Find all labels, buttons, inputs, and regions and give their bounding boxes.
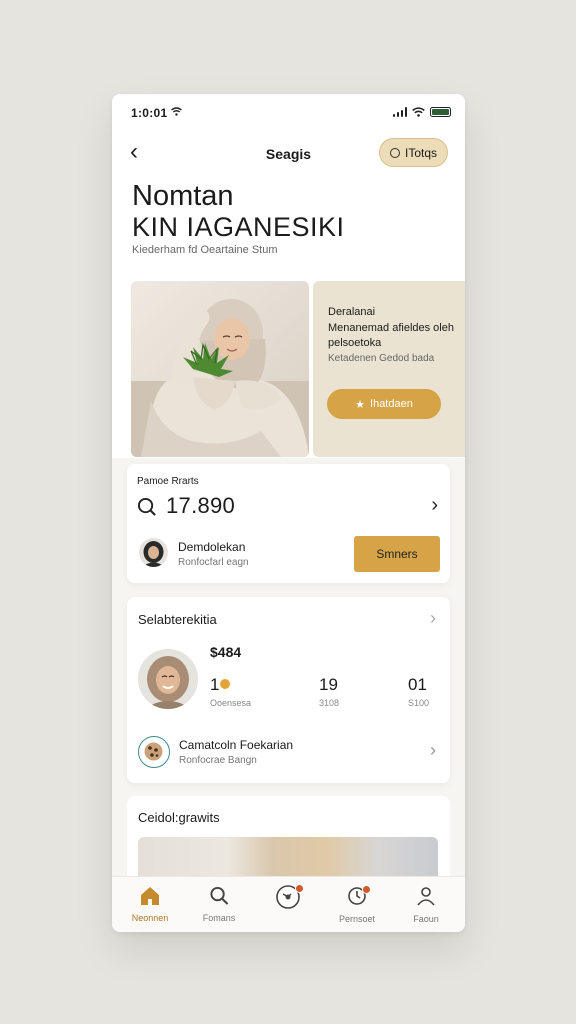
- profile-avatar: [138, 649, 198, 709]
- stat-1-value: 1: [210, 675, 220, 694]
- stat-2-value: 19: [319, 675, 338, 694]
- stat-3-label: S100: [408, 698, 430, 708]
- stat-2-label: 3108: [319, 698, 340, 708]
- wifi-small-icon: [171, 107, 182, 116]
- tab-search-label: Fomans: [202, 913, 236, 923]
- balance-value: 17.890: [166, 493, 236, 518]
- tab-search[interactable]: Fomans: [189, 886, 249, 923]
- hero-title-line1: Nomtan: [132, 180, 234, 212]
- header-action-button[interactable]: ITotqs: [378, 138, 448, 167]
- avatar: [139, 538, 168, 567]
- balance-row[interactable]: 17.890: [137, 493, 235, 519]
- tab-profile[interactable]: Faoun: [396, 886, 456, 924]
- stat-1-label: Ooensesa: [210, 698, 252, 708]
- profile-icon: [417, 887, 435, 906]
- stat-3-value: 01: [408, 675, 427, 694]
- activity-amount: $484: [210, 644, 242, 660]
- status-bar: 1:0:01: [112, 94, 465, 134]
- row-name[interactable]: Camatcoln Foekarian: [179, 738, 293, 752]
- row-subtitle: Ronfocrae Bangn: [179, 755, 257, 766]
- promo-line3: Ketadenen Gedod bada: [328, 353, 435, 364]
- promo-button[interactable]: ★ Ihatdaen: [327, 389, 441, 419]
- promo-line2: Menanemad afieldes oleh pelsoetoka: [328, 322, 454, 349]
- balance-label: Pamoe Rrarts: [137, 476, 199, 487]
- hero-title-line2: KIN IAGANESIKI: [132, 212, 345, 242]
- tab-history-label: Pernsoet: [338, 914, 376, 924]
- tab-home[interactable]: Neonnen: [120, 886, 180, 923]
- activity-card: Selabterekitia › $484 1 Ooensesa 19 3108…: [127, 597, 450, 783]
- chevron-right-icon[interactable]: ›: [430, 608, 436, 629]
- notification-badge: [295, 884, 304, 893]
- search-icon: [210, 886, 229, 905]
- row-name: Demdolekan: [178, 540, 246, 554]
- search-icon: [137, 497, 156, 516]
- wifi-icon: [412, 107, 425, 117]
- promo-card: Deralanai Menanemad afieldes oleh pelsoe…: [313, 281, 465, 457]
- status-time: 1:0:01: [131, 106, 168, 120]
- tab-history[interactable]: Pernsoet: [327, 885, 387, 924]
- primary-button[interactable]: Smners: [354, 536, 440, 572]
- header-action-label: ITotqs: [404, 145, 437, 160]
- tab-profile-label: Faoun: [413, 914, 439, 924]
- activity-title: Selabterekitia: [138, 612, 217, 627]
- promo-line1: Deralanai: [328, 306, 376, 318]
- stat-2: 19 3108: [319, 675, 339, 708]
- target-icon: [389, 147, 400, 158]
- promo-section: Deralanai Menanemad afieldes oleh pelsoe…: [112, 280, 465, 458]
- hero-subtitle: Kiederham fd Oeartaine Stum: [132, 244, 278, 256]
- row-subtitle: Ronfocfarl eagn: [178, 557, 249, 568]
- promo-button-label: Ihatdaen: [370, 398, 413, 410]
- stat-3: 01 S100: [408, 675, 429, 708]
- signal-icon: [392, 107, 407, 117]
- emoji-icon: [220, 679, 231, 689]
- status-icons: [392, 107, 451, 117]
- chevron-right-icon[interactable]: ›: [431, 494, 438, 517]
- battery-icon: [430, 107, 451, 117]
- notification-badge: [362, 885, 371, 894]
- gallery-title: Ceidol:grawits: [138, 810, 220, 825]
- chevron-right-icon[interactable]: ›: [430, 740, 436, 761]
- home-icon: [141, 887, 159, 905]
- woman-with-plant-image: [131, 281, 309, 457]
- tab-home-label: Neonnen: [131, 913, 169, 923]
- tab-bar: Neonnen Fomans Pernsoet Faoun: [112, 876, 465, 932]
- stat-1: 1 Ooensesa: [210, 675, 251, 708]
- promo-photo: [131, 281, 309, 457]
- star-icon: ★: [355, 398, 366, 411]
- tab-explore[interactable]: [258, 884, 318, 918]
- top-nav: ‹ Seagis ITotqs: [112, 134, 465, 176]
- balance-card: Pamoe Rrarts 17.890 › Demdolekan Ronfocf…: [127, 464, 450, 583]
- phone-screen: 1:0:01 ‹ Seagis ITotqs Nomtan KIN IAGANE…: [112, 94, 465, 932]
- cookie-icon: [138, 736, 170, 768]
- hero-heading: Nomtan KIN IAGANESIKI Kiederham fd Oeart…: [112, 176, 465, 280]
